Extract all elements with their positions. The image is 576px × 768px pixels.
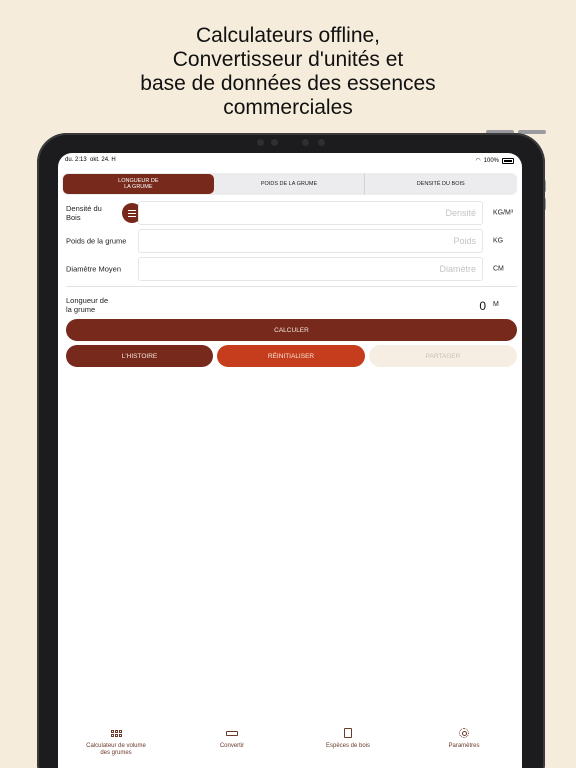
density-row: Densité du Bois Densité KG/M³: [66, 201, 514, 225]
book-icon: [341, 727, 355, 739]
grid-icon: [109, 727, 123, 739]
camera-icon: [257, 139, 264, 146]
battery-percent: 100%: [483, 157, 499, 164]
ruler-icon: [225, 727, 239, 739]
battery-icon: [502, 157, 514, 164]
density-input[interactable]: Densité: [138, 201, 483, 225]
tab-log-volume-calculator[interactable]: Calculateur de volume des grumes: [58, 721, 174, 768]
density-label: Densité du Bois: [66, 204, 102, 222]
weight-unit: KG: [493, 237, 504, 245]
list-icon: [128, 209, 136, 211]
wifi-icon: ◠: [475, 158, 481, 164]
camera-icon: [318, 139, 325, 146]
reset-button[interactable]: RÉINITIALISER: [217, 345, 365, 367]
weight-label: Poids de la grume: [66, 236, 127, 246]
result-label: Longueur de la grume: [66, 296, 109, 314]
diameter-unit: CM: [493, 265, 504, 273]
bottom-tab-bar: Calculateur de volume des grumes Convert…: [58, 721, 522, 768]
status-bar: du. 2:13 okt. 24. H ◠ 100%: [58, 153, 522, 169]
result-unit: M: [493, 301, 499, 308]
diameter-label: Diamètre Moyen: [66, 264, 122, 274]
history-button[interactable]: L'HISTOIRE: [66, 345, 213, 367]
result-row: Longueur de la grume 0 M: [66, 296, 514, 316]
tab-log-weight[interactable]: POIDS DE LA GRUME: [214, 174, 365, 194]
gear-icon: [457, 727, 471, 739]
headline-line-3: base de données des essences: [140, 72, 436, 95]
divider: [66, 286, 517, 287]
camera-icon: [271, 139, 278, 146]
headline-line-1: Calculateurs offline,: [195, 24, 381, 47]
density-unit: KG/M³: [493, 209, 514, 217]
tab-label: Paramètres: [448, 743, 480, 749]
tab-label: Calculateur de volume des grumes: [86, 743, 146, 756]
tab-wood-species[interactable]: Espèces de bois: [290, 721, 406, 768]
calculation-mode-selector: LONGUEUR DE LA GRUME POIDS DE LA GRUME D…: [62, 173, 517, 195]
status-time-date: du. 2:13 okt. 24. H: [65, 157, 116, 163]
tab-wood-density[interactable]: DENSITÉ DU BOIS: [364, 174, 516, 194]
tab-log-length[interactable]: LONGUEUR DE LA GRUME: [63, 174, 214, 194]
diameter-row: Diamètre Moyen Diamètre CM: [66, 257, 514, 281]
app-screen: du. 2:13 okt. 24. H ◠ 100% LONGUEUR DE L…: [58, 153, 522, 768]
result-value: 0: [479, 299, 486, 313]
calculate-button[interactable]: CALCULER: [66, 319, 517, 341]
tab-label: Espèces de bois: [325, 743, 371, 749]
tab-convert[interactable]: Convertir: [174, 721, 290, 768]
weight-row: Poids de la grume Poids KG: [66, 229, 514, 253]
headline: Calculateurs offline, Convertisseur d'un…: [0, 24, 576, 120]
tab-label: Convertir: [219, 743, 245, 749]
tab-settings[interactable]: Paramètres: [406, 721, 522, 768]
camera-icon: [302, 139, 309, 146]
headline-line-2: Convertisseur d'unités et: [172, 48, 404, 71]
diameter-input[interactable]: Diamètre: [138, 257, 483, 281]
weight-input[interactable]: Poids: [138, 229, 483, 253]
headline-line-4: commerciales: [223, 96, 353, 119]
status-right: ◠ 100%: [475, 157, 514, 164]
share-button[interactable]: PARTAGER: [369, 345, 517, 367]
